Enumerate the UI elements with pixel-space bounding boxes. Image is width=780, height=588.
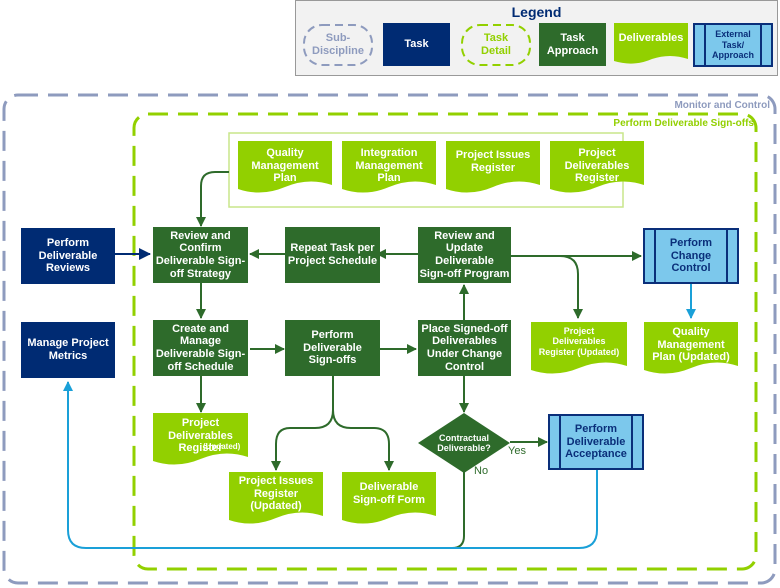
- legend-sub-discipline: Sub- Discipline: [312, 32, 364, 57]
- input-project-deliverables-register: Project Deliverables Register: [564, 147, 630, 185]
- decision-yes-label: Yes: [508, 445, 526, 457]
- approach-review-confirm-strategy[interactable]: Review and Confirm Deliverable Sign- off…: [153, 227, 248, 283]
- input-quality-management-plan: Quality Management Plan: [251, 147, 319, 185]
- output-signoff-form: Deliverable Sign-off Form: [352, 481, 426, 506]
- external-perform-change-control[interactable]: Perform Change Control: [643, 228, 739, 284]
- approach-perform-signoffs[interactable]: Perform Deliverable Sign-offs: [285, 320, 380, 376]
- legend-task: Task: [383, 23, 450, 66]
- monitor-control-label: Monitor and Control: [674, 100, 770, 111]
- decision-contractual-deliverable: Contractual Deliverable?: [437, 432, 491, 453]
- input-project-issues-register: Project Issues Register: [455, 149, 531, 174]
- output-pdr-updated-left-suffix: (Updated): [203, 442, 241, 451]
- connector-perform-to-signoff-form: [332, 409, 394, 471]
- approach-review-update-program[interactable]: Review and Update Deliverable Sign-off P…: [418, 227, 511, 283]
- legend: Legend Sub- Discipline Task Task Detail …: [295, 0, 778, 76]
- decision-no-label: No: [474, 465, 489, 477]
- approach-place-under-change-control[interactable]: Place Signed-off Deliverables Under Chan…: [418, 320, 511, 376]
- connector-inputs-to-review-confirm: [196, 171, 229, 227]
- external-perform-deliverable-acceptance[interactable]: Perform Deliverable Acceptance: [548, 414, 644, 470]
- task-manage-project-metrics[interactable]: Manage Project Metrics: [21, 322, 115, 378]
- connector-perform-to-outputs: [271, 376, 334, 471]
- legend-deliverables: Deliverables: [618, 31, 684, 44]
- legend-task-detail: Task Detail: [481, 32, 511, 57]
- output-pdr-updated-right: Project Deliverables Register (Updated): [538, 326, 620, 357]
- output-pir-updated: Project Issues Register (Updated): [238, 475, 314, 513]
- output-qmp-updated: Quality Management Plan (Updated): [652, 326, 730, 364]
- legend-external: External Task/ Approach: [693, 23, 773, 67]
- perform-signoffs-label: Perform Deliverable Sign-offs: [613, 118, 754, 129]
- approach-repeat-task[interactable]: Repeat Task per Project Schedule: [285, 227, 380, 283]
- task-perform-deliverable-reviews[interactable]: Perform Deliverable Reviews: [21, 228, 115, 284]
- legend-task-approach: Task Approach: [539, 23, 606, 66]
- connector-review-update-to-pdr-updated: [559, 255, 583, 319]
- approach-create-manage-schedule[interactable]: Create and Manage Deliverable Sign- off …: [153, 320, 248, 376]
- input-integration-management-plan: Integration Management Plan: [355, 147, 423, 185]
